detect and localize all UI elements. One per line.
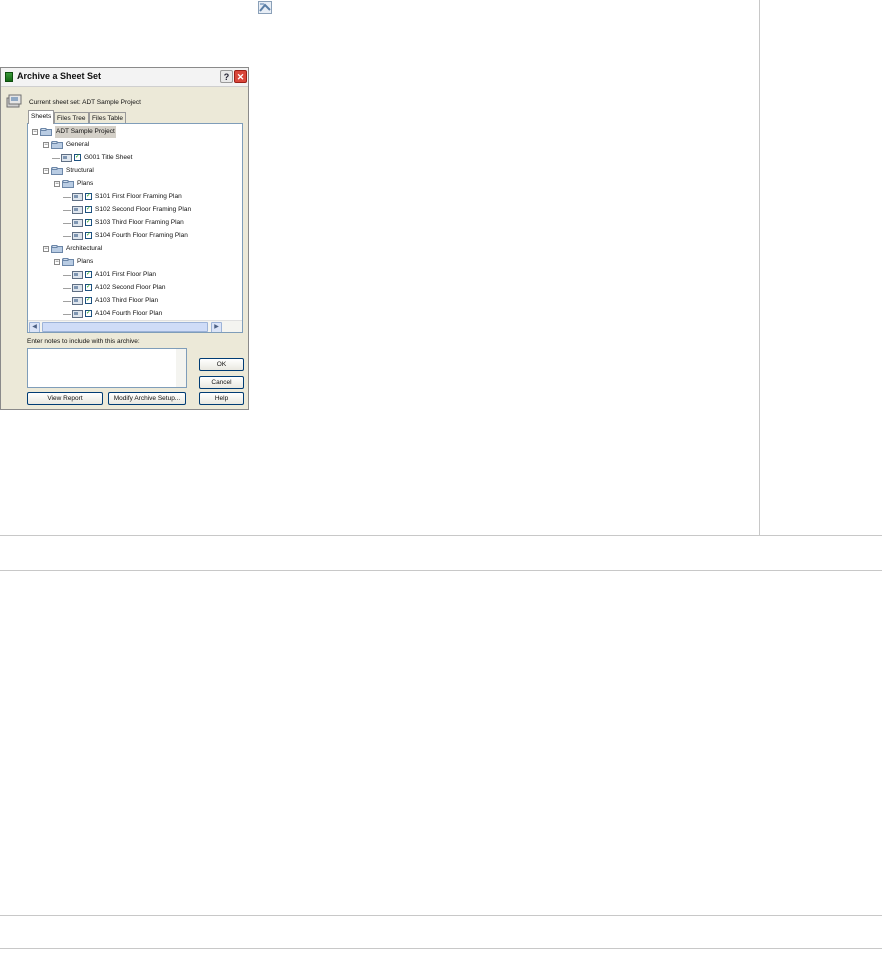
tree-item-label: A104 Fourth Floor Plan <box>95 310 163 317</box>
tree-item-label: A103 Third Floor Plan <box>95 297 159 304</box>
tree-item-label: General <box>66 141 90 148</box>
tree-item-label: G001 Title Sheet <box>84 154 133 161</box>
horizontal-rule <box>0 535 882 536</box>
tree-connector <box>63 301 71 302</box>
help-button[interactable]: Help <box>199 392 244 405</box>
tree-item-sheet[interactable]: ✓ S101 First Floor Framing Plan <box>28 191 242 203</box>
collapse-icon[interactable]: − <box>43 142 49 148</box>
sheet-icon <box>72 219 83 227</box>
tree-item-label: Architectural <box>66 245 103 252</box>
ok-button[interactable]: OK <box>199 358 244 371</box>
include-checkbox[interactable]: ✓ <box>74 154 81 161</box>
view-report-button[interactable]: View Report <box>27 392 103 405</box>
archive-sheet-set-dialog: Archive a Sheet Set ? ✕ Current sheet se… <box>0 67 249 410</box>
collapse-icon[interactable]: − <box>54 181 60 187</box>
folder-icon <box>62 180 74 188</box>
modify-archive-setup-button[interactable]: Modify Archive Setup... <box>108 392 186 405</box>
collapse-icon[interactable]: − <box>43 168 49 174</box>
sheet-icon <box>72 232 83 240</box>
tree-item-label: Structural <box>66 167 94 174</box>
include-checkbox[interactable]: ✓ <box>85 271 92 278</box>
sheet-icon <box>72 271 83 279</box>
tree-item-subset[interactable]: − Plans <box>28 178 242 190</box>
include-checkbox[interactable]: ✓ <box>85 193 92 200</box>
sheet-icon <box>72 284 83 292</box>
folder-icon <box>51 245 63 253</box>
cancel-button[interactable]: Cancel <box>199 376 244 389</box>
scroll-thumb[interactable] <box>42 322 208 332</box>
tree-connector <box>63 275 71 276</box>
tab-sheets[interactable]: Sheets <box>28 110 55 124</box>
tree-item-sheet[interactable]: ✓ A101 First Floor Plan <box>28 269 242 281</box>
tree-item-sheet[interactable]: ✓ S103 Third Floor Framing Plan <box>28 217 242 229</box>
current-sheet-set-label: Current sheet set: ADT Sample Project <box>29 99 141 106</box>
sheet-set-icon <box>40 128 52 136</box>
tree-item-label: S101 First Floor Framing Plan <box>95 193 182 200</box>
tab-files-table[interactable]: Files Table <box>89 112 126 123</box>
tree-connector <box>63 197 71 198</box>
tree-item-sheet[interactable]: ✓ G001 Title Sheet <box>28 152 242 164</box>
tree-item-label: Plans <box>77 258 94 265</box>
sheet-tree[interactable]: − ADT Sample Project − General ✓ G001 Title S… <box>27 123 243 333</box>
tree-item-sheet[interactable]: ✓ A104 Fourth Floor Plan <box>28 308 242 320</box>
folder-icon <box>62 258 74 266</box>
tree-item-label: ADT Sample Project <box>55 126 116 138</box>
tree-item-label: Plans <box>77 180 94 187</box>
tree-item-label: S102 Second Floor Framing Plan <box>95 206 192 213</box>
folder-icon <box>51 141 63 149</box>
dialog-title: Archive a Sheet Set <box>17 71 102 81</box>
collapse-icon[interactable]: − <box>54 259 60 265</box>
tree-item-sheet[interactable]: ✓ S102 Second Floor Framing Plan <box>28 204 242 216</box>
tree-item-sheet[interactable]: ✓ S104 Fourth Floor Framing Plan <box>28 230 242 242</box>
tree-connector <box>63 288 71 289</box>
scroll-right-icon[interactable]: ▶ <box>211 322 222 332</box>
tree-item-subset[interactable]: − Architectural <box>28 243 242 255</box>
include-checkbox[interactable]: ✓ <box>85 297 92 304</box>
sheet-icon <box>72 206 83 214</box>
tree-item-label: S103 Third Floor Framing Plan <box>95 219 184 226</box>
horizontal-rule <box>0 948 882 949</box>
tree-item-sheet[interactable]: ✓ A102 Second Floor Plan <box>28 282 242 294</box>
help-icon[interactable]: ? <box>220 70 233 83</box>
folder-icon <box>51 167 63 175</box>
tree-item-subset[interactable]: − General <box>28 139 242 151</box>
scroll-left-icon[interactable]: ◀ <box>29 322 40 332</box>
include-checkbox[interactable]: ✓ <box>85 206 92 213</box>
tree-item-subset[interactable]: − Structural <box>28 165 242 177</box>
sheet-set-icon <box>6 94 22 108</box>
tree-item-sheet[interactable]: ✓ A103 Third Floor Plan <box>28 295 242 307</box>
sheet-set-archive-icon <box>258 1 272 14</box>
dialog-titlebar[interactable]: Archive a Sheet Set ? ✕ <box>1 68 248 87</box>
horizontal-scrollbar[interactable]: ◀ ▶ <box>28 320 242 332</box>
tree-item-label: S104 Fourth Floor Framing Plan <box>95 232 188 239</box>
sheet-icon <box>72 297 83 305</box>
notes-input[interactable] <box>27 348 187 388</box>
tree-connector <box>63 223 71 224</box>
close-icon[interactable]: ✕ <box>234 70 247 83</box>
notes-label: Enter notes to include with this archive… <box>27 338 140 345</box>
collapse-icon[interactable]: − <box>32 129 38 135</box>
tree-connector <box>63 210 71 211</box>
tree-connector <box>52 158 60 159</box>
include-checkbox[interactable]: ✓ <box>85 284 92 291</box>
tab-files-tree[interactable]: Files Tree <box>54 112 89 123</box>
tree-item-subset[interactable]: − Plans <box>28 256 242 268</box>
tree-connector <box>63 236 71 237</box>
tree-item-subset[interactable]: − ADT Sample Project <box>28 126 242 138</box>
horizontal-rule <box>0 570 882 571</box>
collapse-icon[interactable]: − <box>43 246 49 252</box>
sheet-icon <box>72 310 83 318</box>
horizontal-rule <box>0 915 882 916</box>
tree-connector <box>63 314 71 315</box>
app-icon <box>5 72 13 82</box>
sheet-icon <box>61 154 72 162</box>
column-divider <box>759 0 760 535</box>
include-checkbox[interactable]: ✓ <box>85 232 92 239</box>
notes-scrollbar[interactable] <box>176 349 186 387</box>
tree-item-label: A102 Second Floor Plan <box>95 284 166 291</box>
include-checkbox[interactable]: ✓ <box>85 219 92 226</box>
sheet-icon <box>72 193 83 201</box>
tree-item-label: A101 First Floor Plan <box>95 271 157 278</box>
include-checkbox[interactable]: ✓ <box>85 310 92 317</box>
